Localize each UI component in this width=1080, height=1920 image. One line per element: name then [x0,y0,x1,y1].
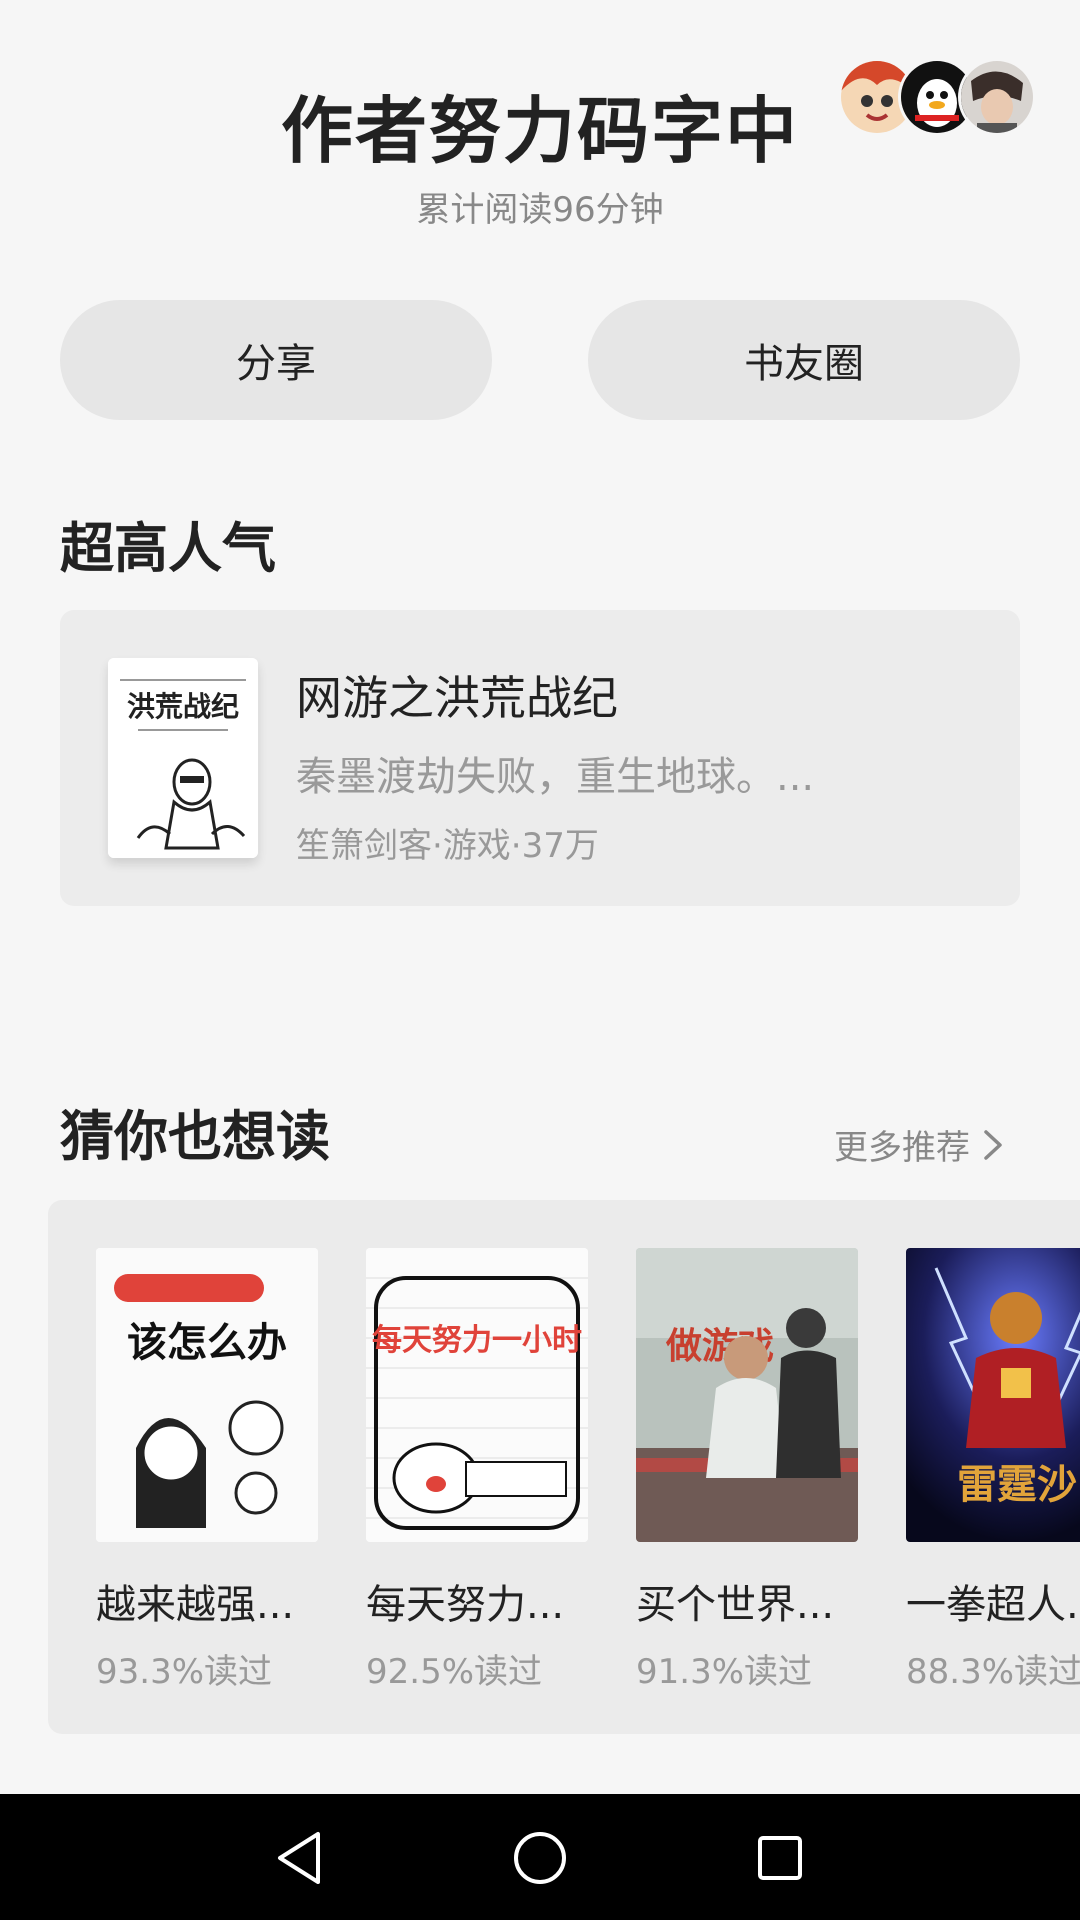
book-cover: 雷霆沙 [906,1248,1080,1542]
book-title: 每天努力... [366,1582,565,1628]
recommended-book[interactable]: 雷霆沙 一拳超人... 88.3%读过 [906,1248,1080,1693]
svg-text:雷霆沙: 雷霆沙 [957,1462,1077,1507]
share-button[interactable]: 分享 [60,300,492,420]
recommended-book[interactable]: 每天努力一小时 每天努力... 92.5%读过 [366,1248,588,1693]
read-rate: 93.3%读过 [96,1652,273,1692]
book-title: 网游之洪荒战纪 [296,671,618,725]
recommend-section-heading: 猜你也想读 [60,1104,330,1168]
book-circle-button[interactable]: 书友圈 [588,300,1020,420]
book-cover: 该怎么办 [96,1248,318,1542]
recommendation-carousel[interactable]: 该怎么办 越来越强... 93.3%读过 每天努力一小时 每天努力... 92.… [48,1200,1080,1734]
reader-avatars[interactable] [838,58,1038,138]
recommended-book[interactable]: 该怎么办 越来越强... 93.3%读过 [96,1248,318,1693]
svg-text:洪荒战纪: 洪荒战纪 [127,691,239,722]
read-rate: 88.3%读过 [906,1652,1080,1692]
read-rate: 91.3%读过 [636,1652,813,1692]
book-cover: 每天努力一小时 [366,1248,588,1542]
book-title: 一拳超人... [906,1582,1080,1628]
hot-book-card[interactable]: 洪荒战纪 网游之洪荒战纪 秦墨渡劫失败，重生地球。... 笙箫剑客·游戏·37万 [60,610,1020,906]
book-description: 秦墨渡劫失败，重生地球。... [296,754,815,800]
read-rate: 92.5%读过 [366,1652,543,1692]
back-triangle-icon[interactable] [268,1826,332,1890]
reading-time: 累计阅读96分钟 [416,190,664,230]
hot-section-heading: 超高人气 [60,516,276,580]
system-navigation-bar [0,1794,1080,1920]
svg-text:每天努力一小时: 每天努力一小时 [372,1323,582,1357]
recents-square-icon[interactable] [748,1826,812,1890]
book-cover: 做游戏 [636,1248,858,1542]
book-cover: 洪荒战纪 [108,658,258,858]
avatar [958,58,1036,136]
more-recommendations-label: 更多推荐 [834,1128,970,1168]
more-recommendations-link[interactable]: 更多推荐 [834,1120,1004,1169]
recommended-book[interactable]: 做游戏 买个世界... 91.3%读过 [636,1248,858,1693]
book-title: 买个世界... [636,1582,835,1628]
home-circle-icon[interactable] [508,1826,572,1890]
svg-text:该怎么办: 该怎么办 [127,1321,287,1365]
chevron-right-icon [982,1128,1004,1162]
book-title: 越来越强... [96,1582,295,1628]
book-meta: 笙箫剑客·游戏·37万 [296,826,599,866]
